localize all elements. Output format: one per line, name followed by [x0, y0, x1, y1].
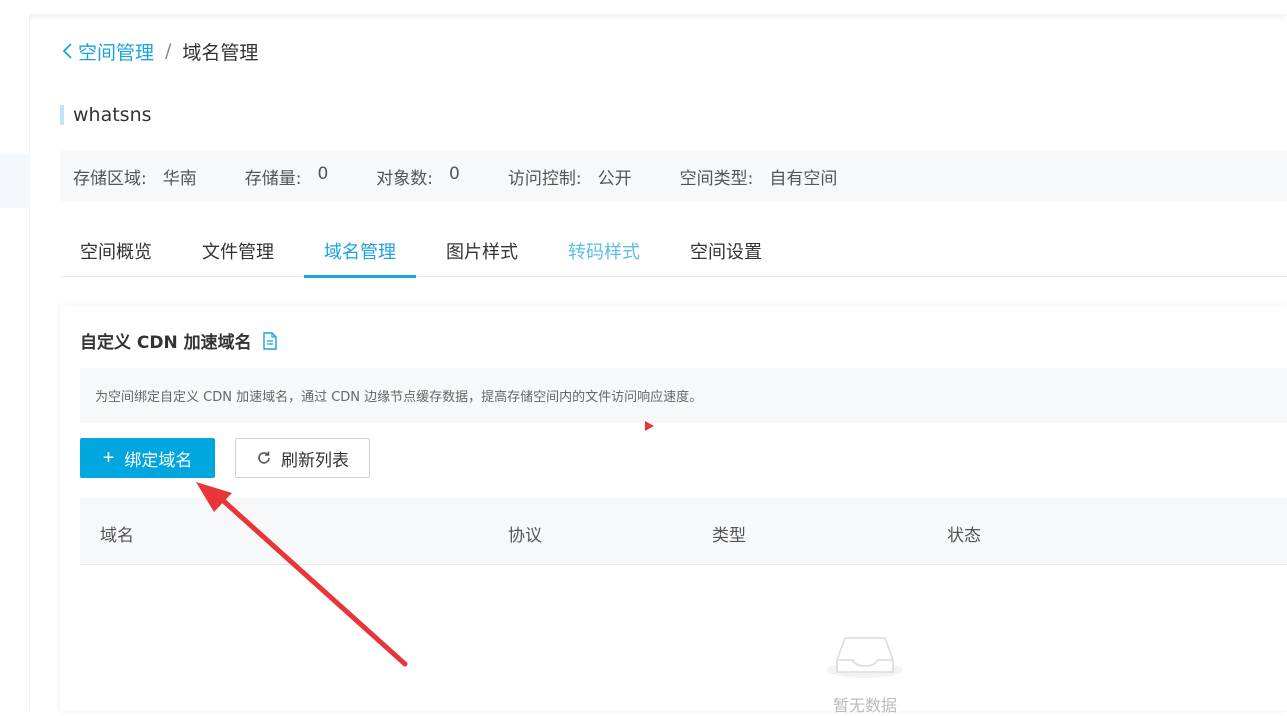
info-objects: 对象数: 0: [376, 164, 460, 189]
info-label: 对象数:: [376, 168, 434, 189]
bind-domain-button[interactable]: + 绑定域名: [80, 438, 215, 478]
tab-files[interactable]: 文件管理: [182, 228, 294, 277]
tab-domains[interactable]: 域名管理: [304, 228, 416, 278]
info-value: 0: [317, 163, 329, 184]
refresh-list-label: 刷新列表: [281, 450, 349, 470]
table-header: 域名 协议 类型 状态: [80, 498, 1287, 565]
info-value: 华南: [162, 168, 197, 189]
tab-bar: 空间概览 文件管理 域名管理 图片样式 转码样式 空间设置: [60, 228, 1287, 278]
info-bucket-type: 空间类型: 自有空间: [680, 164, 838, 189]
column-protocol: 协议: [508, 526, 542, 546]
sidebar-active-item[interactable]: [0, 154, 30, 208]
info-region: 存储区域: 华南: [73, 164, 197, 189]
card-title: 自定义 CDN 加速域名: [80, 328, 278, 353]
cdn-domain-card: 自定义 CDN 加速域名 为空间绑定自定义 CDN 加速域名，通过 CDN 边缘…: [60, 306, 1287, 715]
card-title-text: 自定义 CDN 加速域名: [80, 333, 252, 353]
notice-box: 为空间绑定自定义 CDN 加速域名，通过 CDN 边缘节点缓存数据，提高存储空间…: [80, 368, 1287, 423]
title-accent-bar: [60, 105, 64, 125]
left-sidebar: [0, 14, 30, 711]
main-content: 空间管理 / 域名管理 whatsns 存储区域: 华南 存储量: 0 对象数:…: [60, 0, 1287, 715]
breadcrumb-parent: 空间管理: [78, 41, 155, 64]
info-value: 公开: [597, 168, 632, 189]
chevron-left-icon: [62, 43, 72, 59]
column-status: 状态: [947, 526, 981, 546]
refresh-icon: [258, 451, 270, 464]
info-value: 0: [449, 163, 460, 184]
column-type: 类型: [712, 526, 746, 546]
document-icon[interactable]: [262, 331, 278, 350]
info-value: 自有空间: [769, 168, 838, 189]
bucket-title: whatsns: [60, 104, 152, 126]
empty-text: 暂无数据: [832, 696, 897, 715]
empty-state: 暂无数据: [823, 624, 907, 716]
empty-inbox-icon: [827, 637, 903, 678]
info-label: 存储区域:: [73, 168, 147, 189]
plus-icon: +: [102, 446, 115, 469]
bucket-info-bar: 存储区域: 华南 存储量: 0 对象数: 0 访问控制: 公开 空间类型: 自有…: [60, 151, 1287, 201]
tab-transcode-styles[interactable]: 转码样式: [548, 228, 660, 277]
annotation-triangle-icon: [645, 421, 654, 431]
breadcrumb-back-link[interactable]: 空间管理: [60, 38, 154, 65]
refresh-list-button[interactable]: 刷新列表: [235, 438, 370, 478]
info-label: 存储量:: [244, 168, 302, 189]
info-storage: 存储量: 0: [245, 164, 329, 189]
breadcrumb-current: 域名管理: [182, 41, 259, 64]
info-label: 空间类型:: [679, 168, 754, 189]
column-domain: 域名: [100, 526, 134, 546]
bucket-name: whatsns: [73, 104, 152, 126]
info-label: 访问控制:: [507, 168, 582, 189]
bind-domain-label: 绑定域名: [124, 450, 193, 470]
tab-settings[interactable]: 空间设置: [670, 228, 782, 277]
info-access: 访问控制: 公开: [508, 164, 632, 189]
breadcrumb: 空间管理 / 域名管理: [60, 38, 258, 64]
tab-overview[interactable]: 空间概览: [60, 228, 172, 277]
tab-image-styles[interactable]: 图片样式: [426, 228, 538, 277]
breadcrumb-separator: /: [165, 40, 172, 62]
